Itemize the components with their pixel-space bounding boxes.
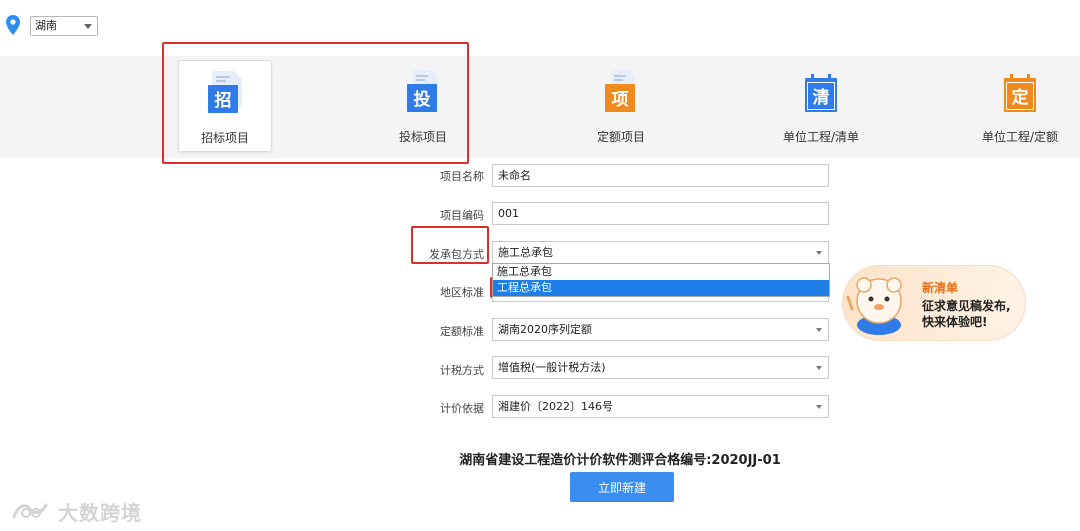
new-bill-promo-banner[interactable]: 新清单 征求意见稿发布, 快来体验吧! [842,265,1026,341]
chevron-down-icon [816,328,822,332]
region-select[interactable]: 湖南 [30,16,98,36]
quota-standard-select[interactable]: 湖南2020序列定额 [492,318,829,341]
contract-mode-label: 发承包方式 [429,248,484,261]
svg-text:项: 项 [612,90,629,110]
watermark: 大数跨境 [10,497,142,525]
category-quota[interactable]: 定 单位工程/定额 [973,60,1067,152]
create-now-button[interactable]: 立即新建 [570,472,674,502]
contract-mode-select[interactable]: 施工总承包 [492,241,829,264]
category-label: 定额项目 [596,130,645,144]
pricing-basis-value: 湘建价〔2022〕146号 [498,400,613,413]
quota-project-doc-icon: 项 [605,70,635,112]
promo-line-2: 快来体验吧! [922,315,988,329]
watermark-logo-icon [12,503,48,519]
location-pin-icon [6,15,20,35]
category-quota-project[interactable]: 项 定额项目 [574,60,668,152]
svg-text:清: 清 [813,87,830,108]
watermark-text: 大数跨境 [58,500,142,525]
chevron-down-icon [816,405,822,409]
project-code-input[interactable]: 001 [492,202,829,225]
quota-doc-icon: 定 [1004,74,1036,112]
chevron-down-icon [84,24,92,29]
chevron-down-icon [816,366,822,370]
svg-text:定: 定 [1012,87,1029,108]
region-select-value: 湖南 [35,19,57,32]
tax-method-value: 增值税(一般计税方法) [498,361,606,374]
quota-standard-label: 定额标准 [440,325,484,338]
tax-method-select[interactable]: 增值税(一般计税方法) [492,356,829,379]
pricing-basis-select[interactable]: 湘建价〔2022〕146号 [492,395,829,418]
chevron-down-icon [816,251,822,255]
project-name-input[interactable]: 未命名 [492,164,829,187]
region-standard-label: 地区标准 [440,286,484,299]
promo-title: 新清单 [922,281,959,295]
mascot-icon [846,277,902,335]
promo-line-1: 征求意见稿发布, [922,299,1011,313]
certificate-text: 湖南省建设工程造价计价软件测评合格编号:2020JJ-01 [459,453,781,468]
bill-doc-icon: 清 [805,74,837,112]
contract-mode-value: 施工总承包 [498,246,553,259]
dropdown-option[interactable]: 施工总承包 [493,264,829,280]
pricing-basis-label: 计价依据 [440,402,484,415]
project-code-label: 项目编码 [440,209,484,222]
highlight-box-categories [162,42,469,164]
category-label: 单位工程/清单 [782,130,860,144]
category-bill[interactable]: 清 单位工程/清单 [774,60,868,152]
project-name-label: 项目名称 [440,170,484,183]
quota-standard-value: 湖南2020序列定额 [498,323,592,336]
contract-mode-dropdown: 施工总承包 工程总承包 [492,263,830,297]
category-label: 单位工程/定额 [981,130,1059,144]
tax-method-label: 计税方式 [440,364,484,377]
dropdown-option-selected[interactable]: 工程总承包 [493,280,829,296]
